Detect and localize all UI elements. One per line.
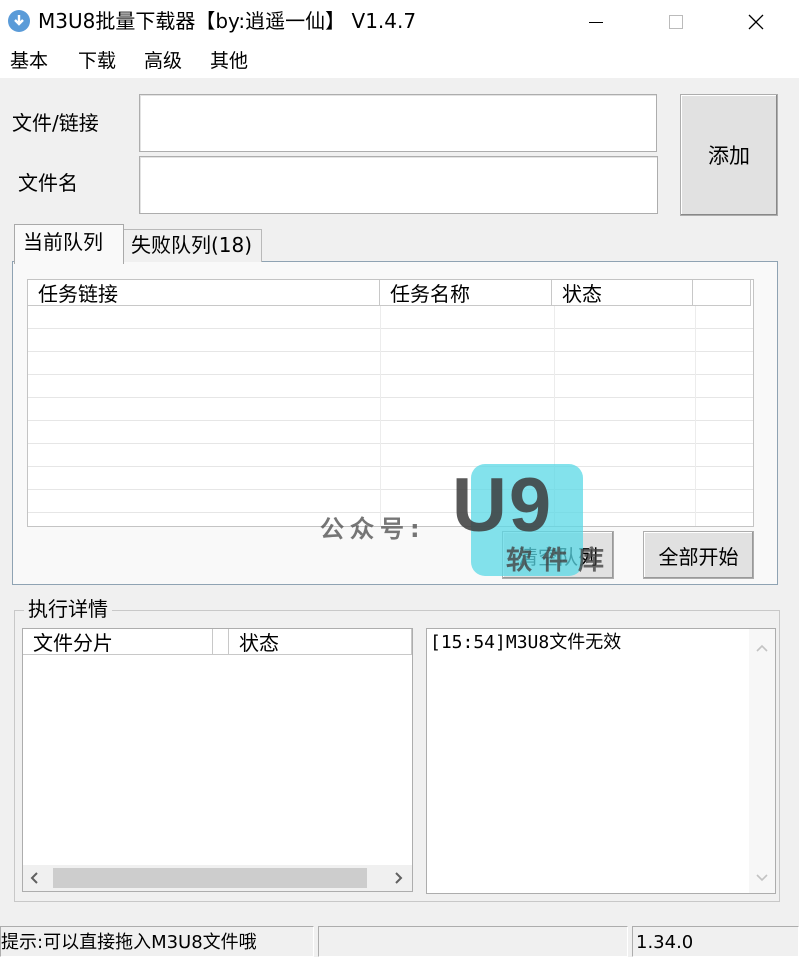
- file-name-input[interactable]: [139, 156, 658, 214]
- maximize-button[interactable]: [646, 0, 706, 44]
- status-version: 1.34.0: [632, 926, 799, 957]
- table-row: [28, 421, 753, 444]
- horizontal-scrollbar[interactable]: [23, 865, 412, 891]
- column-header-task-name[interactable]: 任务名称: [380, 280, 552, 306]
- menu-advanced[interactable]: 高级: [144, 48, 182, 74]
- menu-bar: 基本 下载 高级 其他: [0, 44, 799, 78]
- column-header-fragment-status[interactable]: 状态: [229, 629, 412, 655]
- table-row: [28, 444, 753, 467]
- details-group-label: 执行详情: [24, 596, 112, 622]
- status-hint: 提示:可以直接拖入M3U8文件哦: [0, 926, 314, 957]
- tab-failed-queue[interactable]: 失败队列(18): [122, 229, 262, 262]
- download-app-icon: [8, 10, 30, 32]
- add-button[interactable]: 添加: [680, 94, 778, 216]
- column-header-blank: [693, 280, 751, 306]
- menu-basic[interactable]: 基本: [10, 48, 48, 74]
- scroll-right-icon[interactable]: [392, 872, 404, 884]
- column-header-spacer: [213, 629, 229, 655]
- table-row: [28, 375, 753, 398]
- menu-other[interactable]: 其他: [210, 48, 248, 74]
- column-header-task-link[interactable]: 任务链接: [28, 280, 380, 306]
- fragment-list[interactable]: 文件分片 状态: [22, 628, 413, 892]
- file-link-label: 文件/链接: [12, 111, 99, 135]
- table-row: [28, 329, 753, 352]
- close-button[interactable]: [726, 0, 786, 44]
- start-all-button[interactable]: 全部开始: [643, 531, 754, 579]
- queue-table[interactable]: 任务链接 任务名称 状态: [27, 279, 754, 527]
- table-row: [28, 398, 753, 421]
- maximize-icon: [669, 15, 683, 29]
- scroll-left-icon[interactable]: [29, 872, 41, 884]
- watermark-left-text: 公众号:: [320, 515, 426, 543]
- tab-current-queue[interactable]: 当前队列: [14, 224, 124, 264]
- title-bar: M3U8批量下载器【by:逍遥一仙】 V1.4.7: [0, 0, 799, 44]
- table-row: [28, 352, 753, 375]
- file-name-label: 文件名: [18, 171, 78, 195]
- status-bar: 提示:可以直接拖入M3U8文件哦 1.34.0: [0, 926, 799, 957]
- menu-download[interactable]: 下载: [78, 48, 116, 74]
- vertical-scrollbar[interactable]: [749, 629, 775, 893]
- window-title: M3U8批量下载器【by:逍遥一仙】 V1.4.7: [38, 9, 417, 33]
- column-header-status[interactable]: 状态: [552, 280, 693, 306]
- file-link-input[interactable]: [139, 94, 657, 152]
- table-row: [28, 306, 753, 329]
- scroll-down-icon[interactable]: [756, 873, 768, 883]
- scrollbar-thumb[interactable]: [53, 868, 367, 888]
- close-icon: [748, 14, 764, 30]
- scroll-up-icon[interactable]: [756, 643, 768, 653]
- column-header-fragment[interactable]: 文件分片: [23, 629, 213, 655]
- grid-line: [380, 306, 381, 526]
- status-middle: [318, 926, 628, 957]
- log-textarea[interactable]: [15:54]M3U8文件无效: [426, 628, 776, 894]
- table-row: [28, 467, 753, 490]
- watermark-bottom-text: 软件库: [506, 546, 615, 576]
- minimize-button[interactable]: [566, 0, 626, 44]
- watermark-logo-text: U9: [452, 463, 554, 548]
- minimize-icon: [589, 21, 603, 23]
- grid-line: [695, 306, 696, 526]
- log-line: [15:54]M3U8文件无效: [430, 632, 622, 653]
